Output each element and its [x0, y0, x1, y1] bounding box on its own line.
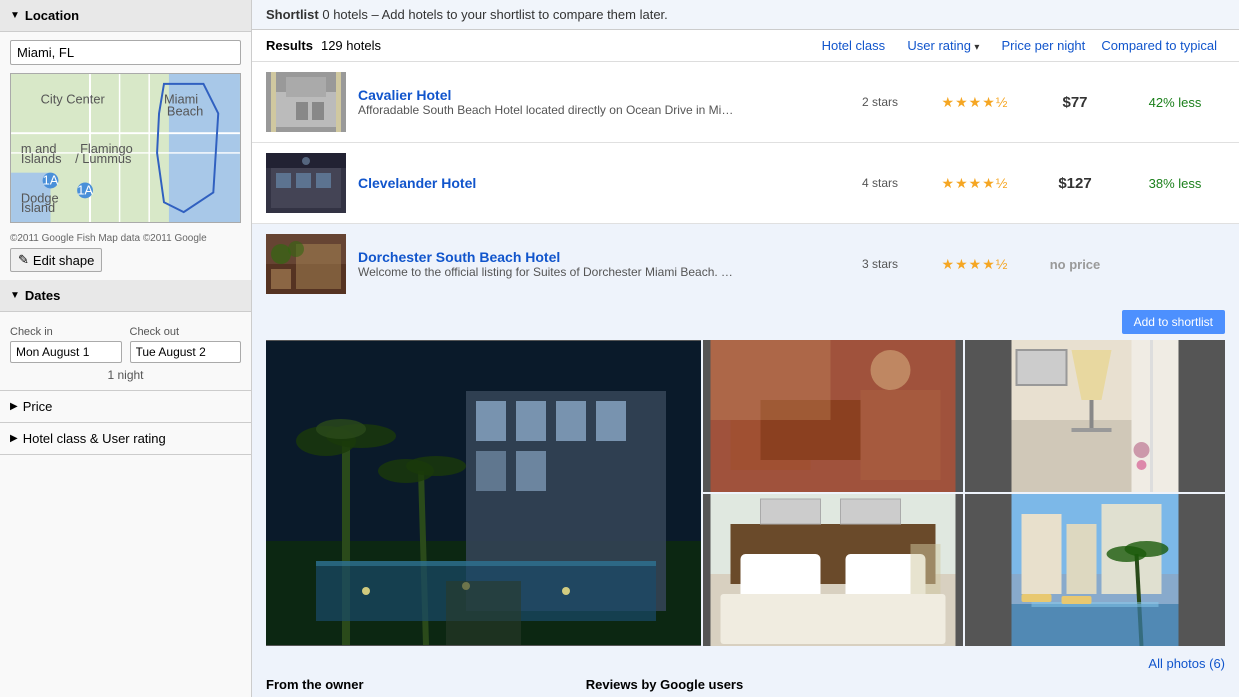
night-label: 1 night [10, 368, 241, 382]
results-count: 129 hotels [321, 38, 381, 53]
clevelander-stars: 4 stars [835, 176, 925, 190]
sidebar: ▼ Location City Center Miami Beach m and… [0, 0, 252, 697]
results-columns: Hotel class User rating ▾ Price per nigh… [813, 38, 1225, 53]
location-input[interactable] [10, 40, 241, 65]
hotelclass-label: Hotel class & User rating [23, 431, 166, 446]
map-svg: City Center Miami Beach m and Islands Fl… [11, 74, 240, 222]
cavalier-rating: ★★★★½ [925, 94, 1025, 111]
cavalier-thumb [266, 72, 346, 132]
hotelclass-section-header[interactable]: ▶ Hotel class & User rating [0, 423, 251, 455]
price-section-header[interactable]: ▶ Price [0, 391, 251, 423]
svg-text:/ Lummus: / Lummus [75, 151, 131, 166]
shortlist-bar: Shortlist 0 hotels – Add hotels to your … [252, 0, 1239, 30]
cavalier-compared: 42% less [1125, 95, 1225, 110]
hotelclass-arrow-icon: ▶ [10, 433, 18, 444]
clevelander-rating-stars: ★★★★½ [942, 175, 1009, 191]
dates-section-header[interactable]: ▼ Dates [0, 280, 251, 312]
location-section-header[interactable]: ▼ Location [0, 0, 251, 32]
checkin-col: Check in [10, 326, 122, 363]
hotel-row-dorchester[interactable]: Dorchester South Beach Hotel Welcome to … [252, 224, 1239, 304]
edit-shape-label: Edit shape [33, 253, 94, 268]
hotel-image-lounge[interactable] [703, 340, 963, 492]
price-arrow-icon: ▶ [10, 401, 18, 412]
dorchester-thumb [266, 234, 346, 294]
hotel-detail-bottom: From the owner Welcome to the official l… [266, 677, 1225, 697]
reviews-title: Reviews by Google users [586, 677, 1225, 692]
hotel-image-bedroom1[interactable] [965, 340, 1225, 492]
cavalier-desc: Afforadable South Beach Hotel located di… [358, 103, 738, 117]
checkout-input[interactable] [130, 341, 242, 363]
checkin-label: Check in [10, 326, 122, 338]
sort-arrow-icon: ▾ [974, 42, 979, 53]
dates-section: Check in Check out 1 night [0, 312, 251, 391]
dorchester-desc: Welcome to the official listing for Suit… [358, 265, 738, 279]
shortlist-text: 0 hotels – Add hotels to your shortlist … [322, 7, 667, 22]
dorchester-rating-stars: ★★★★½ [942, 256, 1009, 272]
dates-label: Dates [25, 288, 60, 303]
reviews-section: Reviews by Google users ★★★★★ I wanted t… [586, 677, 1225, 697]
dorchester-expanded: All photos (6) From the owner Welcome to… [252, 340, 1239, 697]
svg-text:Islands: Islands [21, 151, 62, 166]
svg-text:Island: Island [21, 200, 55, 215]
clevelander-name: Clevelander Hotel [358, 175, 835, 191]
dates-arrow-icon: ▼ [10, 290, 20, 301]
dorchester-stars: 3 stars [835, 257, 925, 271]
all-photos-link[interactable]: All photos (6) [266, 656, 1225, 671]
checkout-label: Check out [130, 326, 242, 338]
main-content: Shortlist 0 hotels – Add hotels to your … [252, 0, 1239, 697]
cavalier-info: Cavalier Hotel Afforadable South Beach H… [358, 87, 835, 117]
compared-col-header[interactable]: Compared to typical [1093, 38, 1225, 53]
clevelander-rating: ★★★★½ [925, 175, 1025, 192]
hotel-image-pool[interactable] [965, 494, 1225, 646]
price-col-header[interactable]: Price per night [993, 38, 1093, 53]
cavalier-rating-stars: ★★★★½ [942, 94, 1009, 110]
hotel-image-bed[interactable] [703, 494, 963, 646]
clevelander-thumb [266, 153, 346, 213]
edit-shape-button[interactable]: ✎ Edit shape [10, 248, 102, 272]
map-footer: ©2011 Google Fish Map data ©2011 Google [0, 231, 251, 248]
shortlist-button-area: Add to shortlist [252, 304, 1239, 340]
svg-text:City Center: City Center [41, 92, 106, 107]
hotel-image-large[interactable] [266, 340, 701, 646]
checkout-col: Check out [130, 326, 242, 363]
map-container[interactable]: City Center Miami Beach m and Islands Fl… [10, 73, 241, 223]
checkin-input[interactable] [10, 341, 122, 363]
cavalier-name: Cavalier Hotel [358, 87, 835, 103]
dorchester-name: Dorchester South Beach Hotel [358, 249, 835, 265]
svg-text:1A: 1A [43, 173, 59, 188]
price-label: Price [23, 399, 53, 414]
shortlist-label: Shortlist [266, 7, 319, 22]
dorchester-rating: ★★★★½ [925, 256, 1025, 273]
hotel-row-clevelander[interactable]: Clevelander Hotel 4 stars ★★★★½ $127 38%… [252, 143, 1239, 224]
hotel-row-cavalier[interactable]: Cavalier Hotel Afforadable South Beach H… [252, 62, 1239, 143]
location-arrow-icon: ▼ [10, 10, 20, 21]
user-rating-col-header[interactable]: User rating ▾ [893, 38, 993, 53]
from-owner-title: From the owner [266, 677, 566, 692]
svg-text:Beach: Beach [167, 103, 203, 118]
location-label: Location [25, 8, 79, 23]
add-to-shortlist-button[interactable]: Add to shortlist [1122, 310, 1225, 334]
dorchester-info: Dorchester South Beach Hotel Welcome to … [358, 249, 835, 279]
from-owner-section: From the owner Welcome to the official l… [266, 677, 566, 697]
hotel-images-grid [266, 340, 1225, 646]
dorchester-price: no price [1025, 257, 1125, 272]
cavalier-price: $77 [1025, 94, 1125, 111]
svg-text:1A: 1A [77, 182, 93, 197]
results-bar: Results 129 hotels Hotel class User rati… [252, 30, 1239, 62]
clevelander-info: Clevelander Hotel [358, 175, 835, 191]
cavalier-stars: 2 stars [835, 95, 925, 109]
pencil-icon: ✎ [18, 252, 29, 268]
results-label: Results [266, 38, 313, 53]
clevelander-compared: 38% less [1125, 176, 1225, 191]
clevelander-price: $127 [1025, 175, 1125, 192]
hotel-class-col-header[interactable]: Hotel class [813, 38, 893, 53]
